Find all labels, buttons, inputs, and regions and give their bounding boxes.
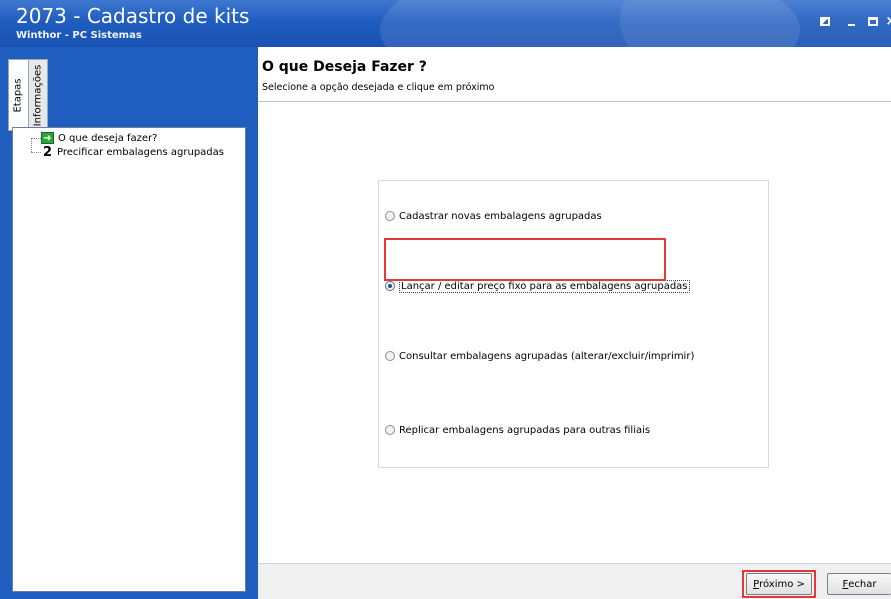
step-label: Precificar embalagens agrupadas xyxy=(57,146,224,158)
radio-option-replicar[interactable]: Replicar embalagens agrupadas para outra… xyxy=(385,422,650,438)
radio-option-consultar[interactable]: Consultar embalagens agrupadas (alterar/… xyxy=(385,348,694,364)
button-bar: Próximo > Fechar xyxy=(258,563,891,599)
sidebar-tabs: Etapas Informações xyxy=(8,59,50,131)
radio-option-cadastrar[interactable]: Cadastrar novas embalagens agrupadas xyxy=(385,208,602,224)
radio-label: Replicar embalagens agrupadas para outra… xyxy=(399,424,651,436)
minimize-icon[interactable] xyxy=(843,14,859,28)
restore-icon[interactable] xyxy=(817,14,833,28)
tab-informacoes-label: Informações xyxy=(32,64,44,126)
page-title: O que Deseja Fazer ? xyxy=(262,59,427,75)
radio-label: Lançar / editar preço fixo para as embal… xyxy=(399,279,690,293)
radio-label: Cadastrar novas embalagens agrupadas xyxy=(399,210,602,222)
close-button-label: echar xyxy=(848,578,877,590)
next-button[interactable]: Próximo > xyxy=(746,573,812,595)
window-subtitle: Winthor - PC Sistemas xyxy=(16,30,142,41)
arrow-right-icon: ➜ xyxy=(41,132,54,144)
highlight-annotation xyxy=(384,238,666,281)
next-button-label: róximo > xyxy=(759,578,805,590)
maximize-icon[interactable] xyxy=(865,14,881,28)
tab-informacoes[interactable]: Informações xyxy=(28,59,48,131)
close-icon[interactable]: × xyxy=(883,14,891,29)
radio-button[interactable] xyxy=(385,425,395,435)
radio-label: Consultar embalagens agrupadas (alterar/… xyxy=(399,350,695,362)
tab-etapas-label: Etapas xyxy=(13,77,24,113)
options-group: Cadastrar novas embalagens agrupadas Lan… xyxy=(378,180,769,468)
wizard-sidebar: Etapas Informações ➜ O que deseja fazer?… xyxy=(0,47,258,599)
radio-button[interactable] xyxy=(385,211,395,221)
step-item[interactable]: 2 Precificar embalagens agrupadas xyxy=(29,144,224,160)
wizard-main: O que Deseja Fazer ? Selecione a opção d… xyxy=(258,47,891,599)
tab-etapas[interactable]: Etapas xyxy=(8,59,28,131)
page-header: O que Deseja Fazer ? Selecione a opção d… xyxy=(258,47,891,102)
page-subtitle: Selecione a opção desejada e clique em p… xyxy=(262,82,495,93)
steps-tree: ➜ O que deseja fazer? 2 Precificar embal… xyxy=(12,127,246,592)
radio-button[interactable] xyxy=(385,351,395,361)
title-bar: 2073 - Cadastro de kits Winthor - PC Sis… xyxy=(0,0,891,47)
close-button[interactable]: Fechar xyxy=(827,573,891,595)
step-item-current[interactable]: ➜ O que deseja fazer? xyxy=(29,131,157,145)
window-title: 2073 - Cadastro de kits xyxy=(16,4,250,28)
step-number: 2 xyxy=(43,144,53,160)
radio-button-selected[interactable] xyxy=(385,281,395,291)
step-label: O que deseja fazer? xyxy=(58,132,158,144)
